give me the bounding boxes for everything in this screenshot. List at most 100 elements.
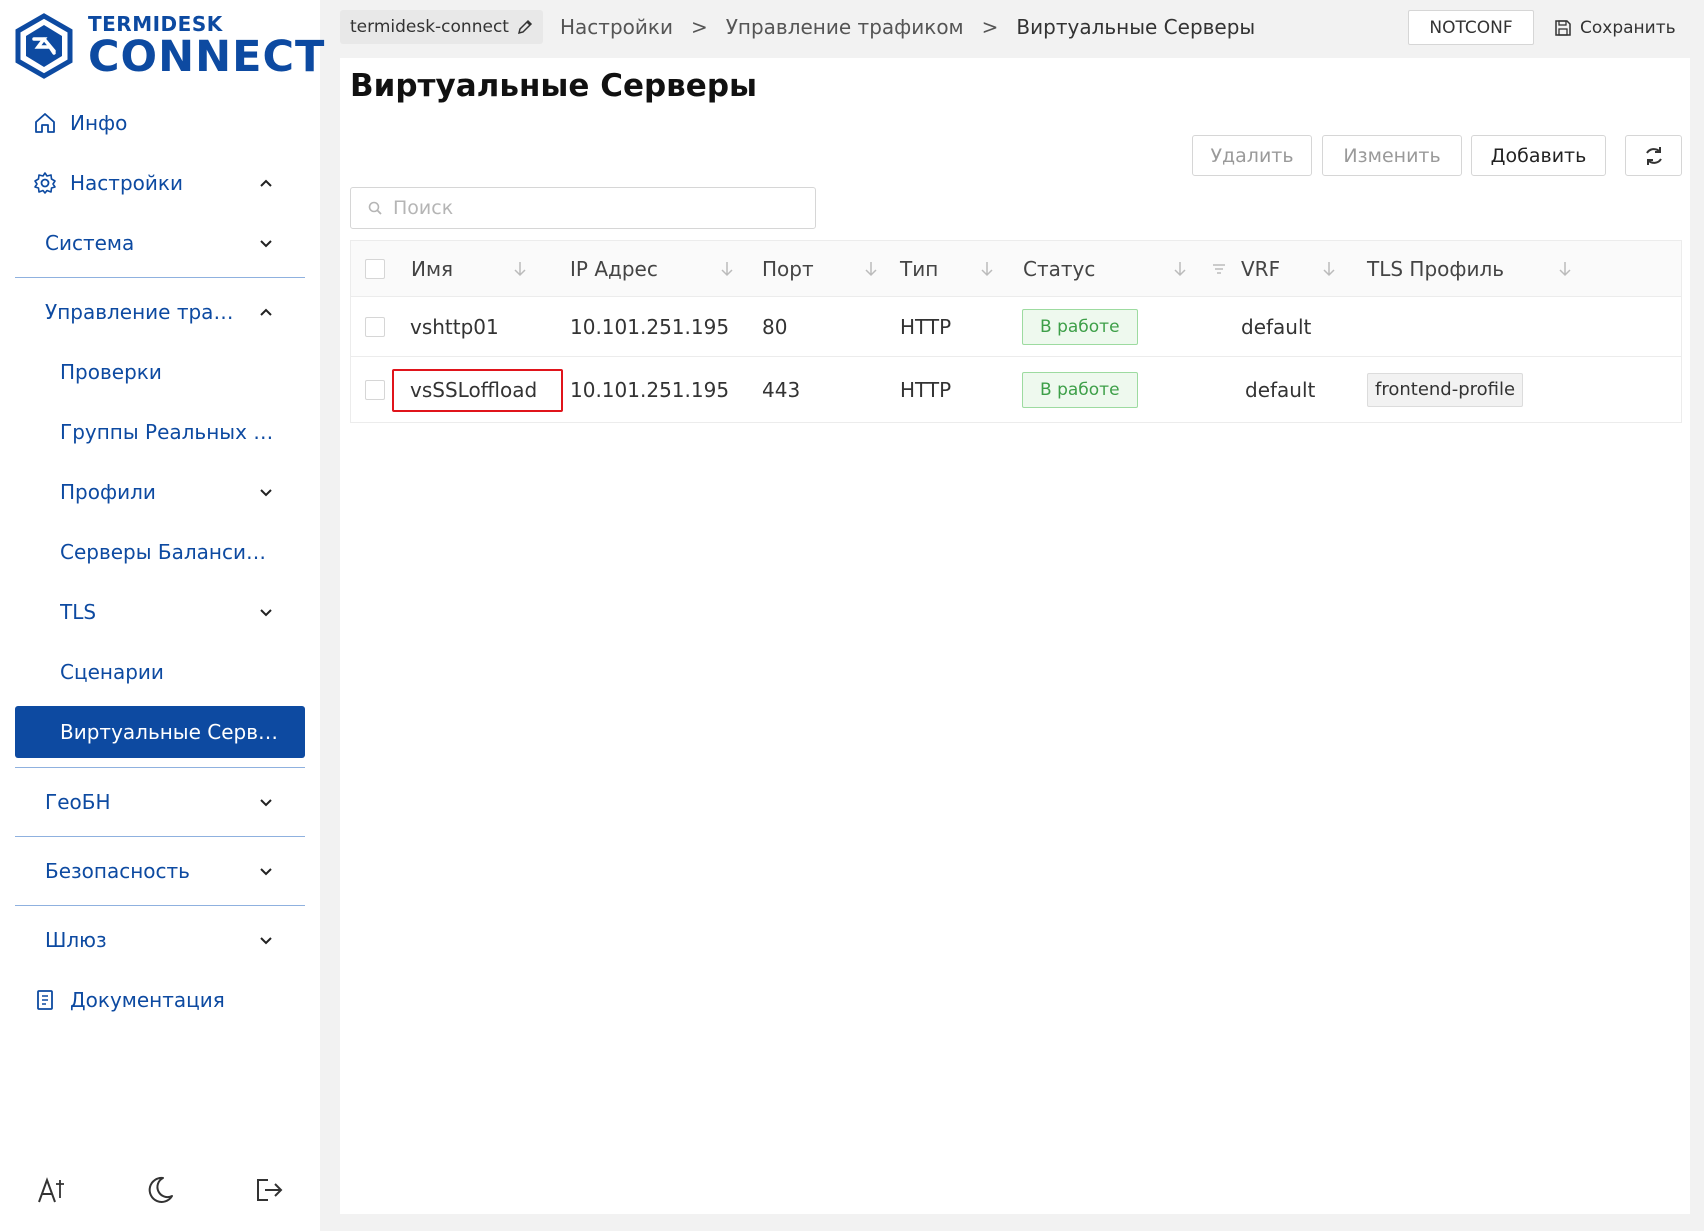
chevron-up-icon xyxy=(260,179,272,187)
logo-small-text: TERMIDESK xyxy=(88,11,223,36)
cell-name[interactable]: vshttp01 xyxy=(410,297,499,356)
breadcrumb-traffic[interactable]: Управление трафиком xyxy=(726,15,964,39)
project-name-chip[interactable]: termidesk-connect xyxy=(340,10,543,44)
search-input[interactable] xyxy=(393,197,813,219)
column-header-tls[interactable]: TLS Профиль xyxy=(1367,241,1572,296)
sidebar-tools xyxy=(0,1174,320,1214)
row-checkbox[interactable] xyxy=(365,316,385,337)
sidebar-item-security[interactable]: Безопасность xyxy=(0,841,320,901)
column-header-label: Статус xyxy=(1023,256,1096,281)
sidebar-item-label: Управление трафиком xyxy=(45,300,245,324)
moon-icon[interactable] xyxy=(145,1174,175,1206)
notconf-button[interactable]: NOTCONF xyxy=(1408,10,1534,45)
table-row[interactable]: vsSSLoffload 10.101.251.195 443 HTTP В р… xyxy=(351,357,1681,422)
column-header-label: TLS Профиль xyxy=(1367,256,1505,281)
column-header-name[interactable]: Имя xyxy=(411,241,527,296)
sidebar-item-traffic[interactable]: Управление трафиком xyxy=(0,282,320,342)
sidebar-item-settings[interactable]: Настройки xyxy=(0,153,320,213)
refresh-icon xyxy=(1645,146,1662,165)
chevron-down-icon xyxy=(260,609,272,617)
topbar: termidesk-connect Настройки > Управление… xyxy=(340,10,1690,46)
sidebar-item-profiles[interactable]: Профили xyxy=(0,462,320,522)
sidebar-item-label: Проверки xyxy=(60,360,162,384)
breadcrumb-current: Виртуальные Серверы xyxy=(1016,15,1256,39)
edit-button[interactable]: Изменить xyxy=(1322,135,1462,176)
column-header-port[interactable]: Порт xyxy=(762,241,878,296)
cell-port: 443 xyxy=(762,377,801,402)
column-header-vrf[interactable]: VRF xyxy=(1241,241,1336,296)
column-header-ip[interactable]: IP Адрес xyxy=(570,241,734,296)
refresh-button[interactable] xyxy=(1625,135,1682,176)
cell-type: HTTP xyxy=(900,377,952,402)
cell-type: HTTP xyxy=(900,314,952,339)
status-badge: В работе xyxy=(1022,371,1138,408)
sidebar-item-tls[interactable]: TLS xyxy=(0,582,320,642)
cell-name[interactable]: vsSSLoffload xyxy=(410,357,537,422)
logo[interactable]: TERMIDESK CONNECT xyxy=(14,12,324,80)
chevron-down-icon xyxy=(260,240,272,248)
sort-arrow-icon[interactable] xyxy=(720,260,734,278)
sidebar-item-scenarios[interactable]: Сценарии xyxy=(0,642,320,702)
tls-profile-tag[interactable]: frontend-profile xyxy=(1367,372,1524,407)
row-checkbox[interactable] xyxy=(365,379,385,400)
column-header-label: Порт xyxy=(762,256,814,281)
sort-arrow-icon[interactable] xyxy=(1322,260,1336,278)
save-label: Сохранить xyxy=(1580,17,1676,38)
sort-arrow-icon[interactable] xyxy=(513,260,527,278)
column-header-label: Имя xyxy=(411,256,454,281)
sidebar-item-balancers[interactable]: Серверы Балансировки xyxy=(0,522,320,582)
cell-vrf: default xyxy=(1241,314,1312,339)
column-header-label: IP Адрес xyxy=(570,256,658,281)
cell-ip: 10.101.251.195 xyxy=(570,377,730,402)
add-button[interactable]: Добавить xyxy=(1471,135,1606,176)
chevron-down-icon xyxy=(260,799,272,807)
sidebar-item-real-groups[interactable]: Группы Реальных Серверов xyxy=(0,402,320,462)
sidebar-item-docs[interactable]: Документация xyxy=(0,970,320,1030)
sidebar-item-label: Безопасность xyxy=(45,859,190,883)
search-box[interactable] xyxy=(350,187,816,229)
gear-icon xyxy=(34,172,56,194)
sidebar-item-label: Профили xyxy=(60,480,156,504)
sidebar-item-label: ГеоБН xyxy=(45,790,111,814)
sidebar-item-info[interactable]: Инфо xyxy=(0,93,320,153)
sidebar-item-virtual-servers[interactable]: Виртуальные Серверы xyxy=(15,706,305,758)
font-size-icon[interactable] xyxy=(36,1174,66,1206)
sidebar-item-geo[interactable]: ГеоБН xyxy=(0,772,320,832)
sidebar-item-label: Шлюз xyxy=(45,928,107,952)
logout-icon[interactable] xyxy=(254,1174,284,1206)
column-header-status[interactable]: Статус xyxy=(1023,241,1227,296)
breadcrumb-separator: > xyxy=(981,15,999,39)
sort-arrow-icon[interactable] xyxy=(1173,260,1187,278)
home-icon xyxy=(35,113,55,133)
filter-icon[interactable] xyxy=(1211,261,1227,277)
sidebar-item-gateway[interactable]: Шлюз xyxy=(0,910,320,970)
sort-arrow-icon[interactable] xyxy=(864,260,878,278)
termidesk-logo-icon xyxy=(15,13,73,79)
sidebar-item-label: Сценарии xyxy=(60,660,164,684)
chevron-up-icon xyxy=(260,308,272,316)
main-panel: Виртуальные Серверы Удалить Изменить Доб… xyxy=(340,58,1690,1214)
sort-arrow-icon[interactable] xyxy=(1558,260,1572,278)
sidebar-item-label: TLS xyxy=(60,600,97,624)
chevron-down-icon xyxy=(260,868,272,876)
cell-ip: 10.101.251.195 xyxy=(570,314,730,339)
virtual-servers-table: Имя IP Адрес Порт Тип Статус VRF TLS Про… xyxy=(350,240,1682,423)
save-button[interactable]: Сохранить xyxy=(1554,10,1676,45)
sidebar-item-checks[interactable]: Проверки xyxy=(0,342,320,402)
sidebar-item-label: Инфо xyxy=(70,111,128,135)
delete-button[interactable]: Удалить xyxy=(1192,135,1312,176)
pencil-icon[interactable] xyxy=(517,19,533,35)
sidebar-divider xyxy=(15,277,305,278)
save-icon xyxy=(1555,19,1571,36)
project-name: termidesk-connect xyxy=(350,17,509,37)
status-badge: В работе xyxy=(1022,308,1138,345)
column-header-type[interactable]: Тип xyxy=(900,241,994,296)
sidebar-item-system[interactable]: Система xyxy=(0,213,320,273)
sidebar-item-label: Группы Реальных Серверов xyxy=(60,420,276,444)
table-row[interactable]: vshttp01 10.101.251.195 80 HTTP В работе… xyxy=(351,297,1681,357)
page-title: Виртуальные Серверы xyxy=(350,68,758,104)
select-all-checkbox[interactable] xyxy=(365,258,385,279)
chevron-down-icon xyxy=(260,489,272,497)
breadcrumb-settings[interactable]: Настройки xyxy=(560,15,673,39)
sort-arrow-icon[interactable] xyxy=(980,260,994,278)
